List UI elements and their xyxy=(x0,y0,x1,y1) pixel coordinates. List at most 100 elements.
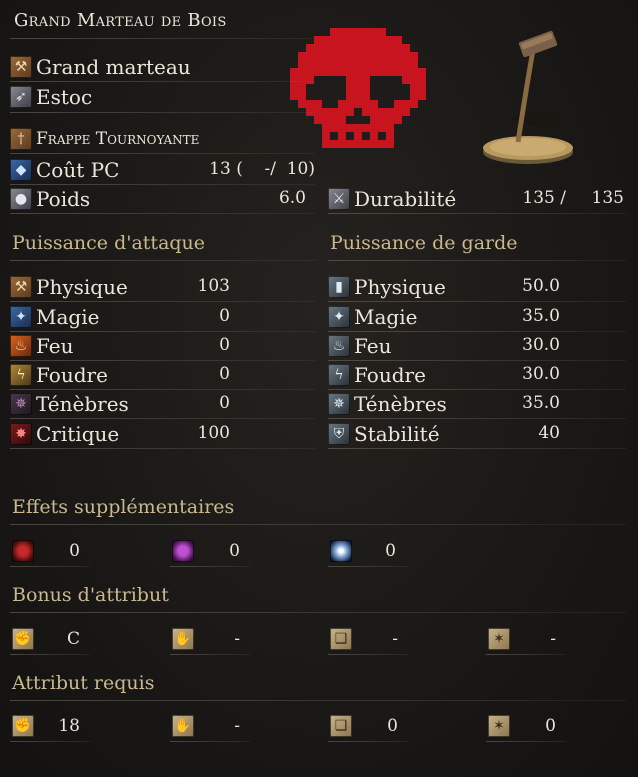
strength-requirement: 18 xyxy=(58,716,80,736)
attack-row-critical: ✸ Critique xyxy=(10,421,119,447)
faith-requirement: 0 xyxy=(545,716,556,736)
attack-label: Foudre xyxy=(36,363,108,387)
divider xyxy=(10,389,315,390)
strength-scaling: C xyxy=(66,629,80,649)
attack-row-dark: ✵ Ténèbres xyxy=(10,391,129,417)
attack-label: Physique xyxy=(36,275,128,299)
divider xyxy=(328,448,626,449)
attack-row-magic: ✦ Magie xyxy=(10,304,99,330)
divider xyxy=(10,260,315,261)
divider xyxy=(328,260,626,261)
physical-attack-icon: ⚒ xyxy=(10,276,32,298)
attack-value: 0 xyxy=(219,335,230,355)
frost-value: 0 xyxy=(385,541,396,561)
divider xyxy=(10,360,315,361)
divider xyxy=(328,301,626,302)
weapon-type-row: ⚒ Grand marteau xyxy=(10,54,191,80)
divider xyxy=(10,741,90,742)
attack-label: Magie xyxy=(36,305,100,329)
magic-guard-icon: ✦ xyxy=(328,306,350,328)
scaling-header: Bonus d'attribut xyxy=(12,584,169,606)
sword-icon: † xyxy=(10,128,32,150)
guard-header: Puissance de garde xyxy=(330,232,518,254)
poison-icon xyxy=(172,540,194,562)
guard-label: Ténèbres xyxy=(354,392,447,416)
divider xyxy=(10,700,626,701)
bleed-icon xyxy=(12,540,34,562)
frost-icon xyxy=(330,540,352,562)
divider xyxy=(328,418,626,419)
attack-type-label: Estoc xyxy=(36,85,93,109)
magic-attack-icon: ✦ xyxy=(10,306,32,328)
durability-current: 135 / xyxy=(522,188,566,208)
attack-label: Ténèbres xyxy=(36,392,129,416)
guard-value: 50.0 xyxy=(522,276,560,296)
divider xyxy=(328,360,626,361)
title-divider xyxy=(10,38,315,39)
dark-attack-icon: ✵ xyxy=(10,393,32,415)
attack-value: 100 xyxy=(197,423,230,443)
poison-value: 0 xyxy=(229,541,240,561)
dexterity-req-icon: ✋ xyxy=(172,715,194,737)
weight-row: ● Poids xyxy=(10,186,90,212)
dark-guard-icon: ✵ xyxy=(328,393,350,415)
divider xyxy=(10,213,315,214)
attack-row-physical: ⚒ Physique xyxy=(10,274,128,300)
durability-icon: ⚔ xyxy=(328,188,350,210)
hammer-icon: ⚒ xyxy=(10,56,32,78)
attack-header: Puissance d'attaque xyxy=(12,232,206,254)
weapon-image xyxy=(483,30,573,164)
bleed-value: 0 xyxy=(69,541,80,561)
guard-row-fire: ♨ Feu xyxy=(328,333,392,359)
guard-label: Stabilité xyxy=(354,422,440,446)
lightning-guard-icon: ϟ xyxy=(328,364,350,386)
weight-value: 6.0 xyxy=(278,188,306,208)
fire-guard-icon: ♨ xyxy=(328,335,350,357)
fp-cost-label: Coût PC xyxy=(36,158,120,182)
divider xyxy=(10,331,315,332)
requirements-header: Attribut requis xyxy=(12,672,155,694)
divider xyxy=(328,741,408,742)
divider xyxy=(328,213,626,214)
durability-row: ⚔ Durabilité xyxy=(328,186,456,212)
physical-guard-icon: ▮ xyxy=(328,276,350,298)
strength-icon: ✊ xyxy=(12,628,34,650)
intelligence-req-icon: ❑ xyxy=(330,715,352,737)
effects-header: Effets supplémentaires xyxy=(12,496,235,518)
thrust-icon: ➶ xyxy=(10,86,32,108)
guard-value: 30.0 xyxy=(522,364,560,384)
guard-row-physical: ▮ Physique xyxy=(328,274,446,300)
weapon-type-label: Grand marteau xyxy=(36,55,191,79)
fp-cost-value: 13 ( -/ 10) xyxy=(209,159,315,179)
divider xyxy=(170,566,250,567)
divider xyxy=(486,741,566,742)
fp-icon: ◆ xyxy=(10,159,32,181)
strength-req-icon: ✊ xyxy=(12,715,34,737)
divider xyxy=(10,418,315,419)
attack-value: 103 xyxy=(197,276,230,296)
skull-icon xyxy=(290,28,426,148)
guard-row-lightning: ϟ Foudre xyxy=(328,362,426,388)
fire-attack-icon: ♨ xyxy=(10,335,32,357)
skill-label: Frappe Tournoyante xyxy=(36,129,200,149)
divider xyxy=(10,566,90,567)
divider xyxy=(328,654,408,655)
divider xyxy=(170,741,250,742)
attack-row-fire: ♨ Feu xyxy=(10,333,74,359)
divider xyxy=(10,301,315,302)
divider xyxy=(10,654,90,655)
attack-label: Feu xyxy=(36,334,74,358)
divider xyxy=(10,112,315,113)
weapon-title: Grand Marteau de Bois xyxy=(14,10,227,31)
attack-label: Critique xyxy=(36,422,120,446)
faith-req-icon: ✶ xyxy=(488,715,510,737)
guard-value: 40 xyxy=(538,423,560,443)
guard-label: Foudre xyxy=(354,363,426,387)
attack-type-row: ➶ Estoc xyxy=(10,84,92,110)
durability-max: 135 xyxy=(591,188,624,208)
dexterity-requirement: - xyxy=(234,716,240,736)
guard-value: 35.0 xyxy=(522,306,560,326)
guard-row-dark: ✵ Ténèbres xyxy=(328,391,447,417)
divider xyxy=(10,81,315,82)
divider xyxy=(10,153,315,154)
